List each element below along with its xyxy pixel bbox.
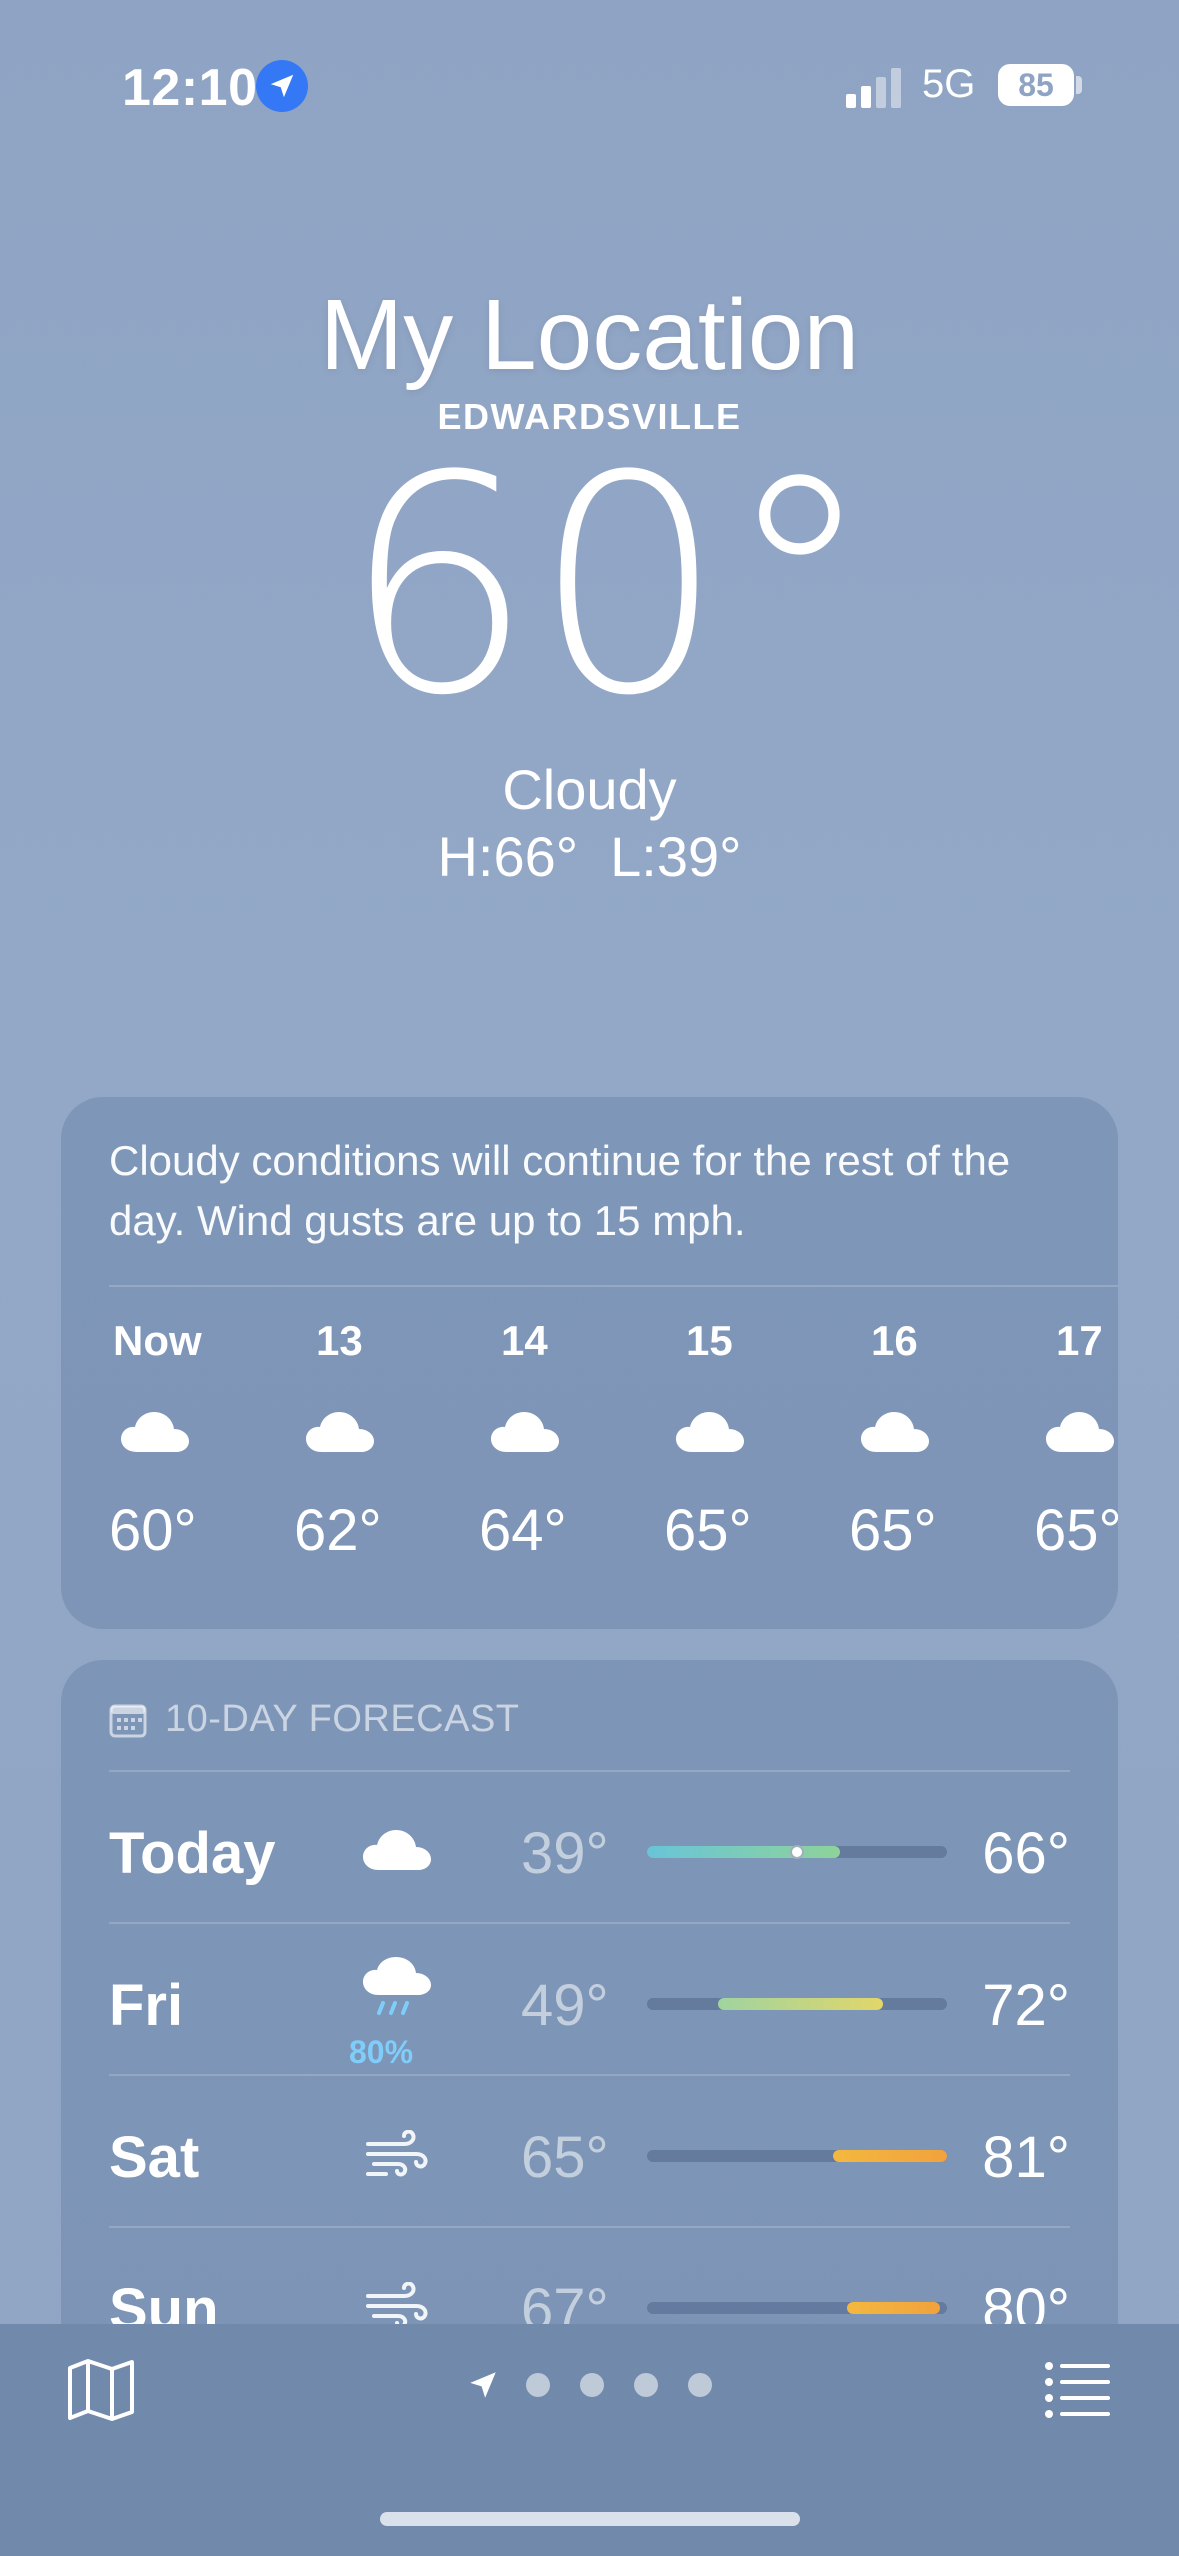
current-weather: My Location EDWARDSVILLE 60° Cloudy H:66… xyxy=(0,280,1179,889)
high-temp: H:66° xyxy=(437,825,579,888)
home-indicator[interactable] xyxy=(380,2512,800,2526)
hour-label: 14 xyxy=(501,1317,548,1364)
low-temp: L:39° xyxy=(610,825,742,888)
high-low: H:66° L:39° xyxy=(0,824,1179,889)
page-dot[interactable] xyxy=(580,2373,604,2397)
forecast-row[interactable]: Today 39° 66° xyxy=(109,1770,1070,1922)
forecast-day: Sat xyxy=(109,2125,200,2190)
battery-cap xyxy=(1076,76,1082,94)
hour-label: 13 xyxy=(316,1317,363,1364)
temperature-range-fill xyxy=(718,1998,883,2010)
hour-temperature: 65° xyxy=(1034,1498,1118,1563)
list-icon[interactable] xyxy=(1044,2360,1112,2420)
hour-temperature: 65° xyxy=(849,1498,937,1563)
hour-temperature: 65° xyxy=(664,1498,752,1563)
temperature-range-bar xyxy=(647,2150,947,2162)
current-temp-marker xyxy=(790,1845,804,1859)
temperature-range-bar xyxy=(647,2302,947,2314)
forecast-header: 10-DAY FORECAST xyxy=(109,1698,520,1741)
page-dot[interactable] xyxy=(634,2373,658,2397)
hourly-item: 17 65° xyxy=(1034,1317,1118,1564)
temperature-range-bar xyxy=(647,1845,947,1859)
cloud-icon xyxy=(849,1377,1034,1487)
forecast-summary: Cloudy conditions will continue for the … xyxy=(109,1137,1011,1244)
hourly-item: 14 64° xyxy=(479,1317,664,1564)
cloud-icon xyxy=(1034,1377,1118,1487)
forecast-high: 81° xyxy=(982,2125,1070,2190)
cloud-icon xyxy=(294,1377,479,1487)
hourly-list[interactable]: Now 60° 13 62° 14 64° 15 65° 16 65° 17 65° xyxy=(109,1317,1118,1564)
cloud-icon xyxy=(664,1377,849,1487)
wind-icon xyxy=(357,2114,437,2194)
location-arrow-icon xyxy=(256,60,308,112)
temperature-range-fill xyxy=(647,1846,840,1858)
current-temperature: 60° xyxy=(342,412,875,761)
temperature-range-fill xyxy=(832,2150,947,2162)
forecast-low: 39° xyxy=(521,1821,609,1886)
temperature-range-fill xyxy=(847,2302,940,2314)
cloud-icon xyxy=(109,1377,294,1487)
page-indicator[interactable] xyxy=(466,2368,742,2402)
forecast-day: Fri xyxy=(109,1973,184,2038)
forecast-row[interactable]: Fri 80% 49° 72° xyxy=(109,1922,1070,2074)
hourly-item: 16 65° xyxy=(849,1317,1034,1564)
forecast-row[interactable]: Sat 65° 81° xyxy=(109,2074,1070,2226)
hourly-forecast-card[interactable]: Cloudy conditions will continue for the … xyxy=(61,1097,1118,1629)
location-title: My Location xyxy=(319,279,860,391)
cloud-icon xyxy=(479,1377,664,1487)
map-icon[interactable] xyxy=(66,2358,136,2422)
hour-label: 16 xyxy=(871,1317,918,1364)
hour-temperature: 62° xyxy=(294,1498,382,1563)
hour-label: Now xyxy=(113,1317,202,1364)
cloud-icon xyxy=(357,1810,437,1890)
battery-icon: 85 xyxy=(998,64,1074,106)
hour-label: 15 xyxy=(686,1317,733,1364)
cloud-rain-icon xyxy=(357,1948,437,2028)
signal-icon xyxy=(846,68,901,108)
hour-label: 17 xyxy=(1056,1317,1103,1364)
forecast-day: Today xyxy=(109,1821,276,1886)
hourly-item: 15 65° xyxy=(664,1317,849,1564)
forecast-high: 66° xyxy=(982,1821,1070,1886)
forecast-low: 65° xyxy=(521,2125,609,2190)
page-dot[interactable] xyxy=(688,2373,712,2397)
hour-temperature: 64° xyxy=(479,1498,567,1563)
divider xyxy=(109,1285,1118,1287)
status-bar: 12:10 5G 85 xyxy=(0,0,1179,170)
hourly-item: 13 62° xyxy=(294,1317,479,1564)
battery-level: 85 xyxy=(1018,66,1054,103)
calendar-icon xyxy=(109,1704,147,1737)
precip-chance: 80% xyxy=(349,2034,414,2070)
page-dot[interactable] xyxy=(526,2373,550,2397)
network-type: 5G xyxy=(922,62,976,106)
forecast-high: 72° xyxy=(982,1973,1070,2038)
temperature-range-bar xyxy=(647,1998,947,2010)
forecast-low: 49° xyxy=(521,1973,609,2038)
status-time: 12:10 xyxy=(122,59,258,117)
current-condition: Cloudy xyxy=(502,758,677,821)
hourly-item: Now 60° xyxy=(109,1317,294,1564)
hour-temperature: 60° xyxy=(109,1498,197,1563)
forecast-header-label: 10-DAY FORECAST xyxy=(165,1698,520,1740)
location-arrow-icon[interactable] xyxy=(466,2368,500,2402)
